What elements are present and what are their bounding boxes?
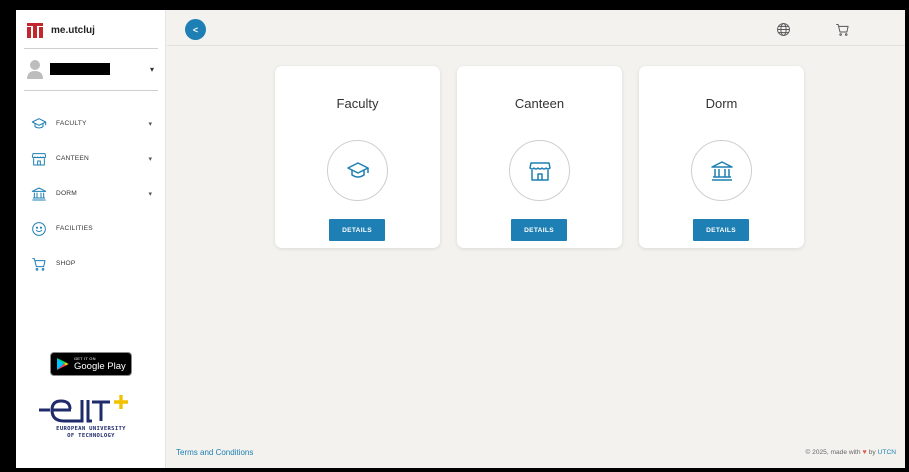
card-icon-ring [691,140,752,201]
copyright-by: by [868,449,876,456]
cart-icon[interactable] [835,22,850,37]
copyright-text: © 2025, made with [805,449,861,456]
storefront-icon [31,152,47,165]
chevron-down-icon: ▾ [148,120,152,128]
card-faculty: Faculty DETAILS [275,66,440,248]
sidebar-collapse-button[interactable]: < [185,19,206,40]
utcn-logo-icon [27,23,43,38]
google-play-badge[interactable]: GET IT ON Google Play [50,352,132,376]
canteen-details-button[interactable]: DETAILS [511,219,567,241]
chevron-down-icon: ▾ [149,64,154,74]
sidebar-item-shop[interactable]: SHOP [16,246,166,281]
bank-building-icon [710,160,733,181]
sidebar-item-canteen[interactable]: CANTEEN ▾ [16,141,166,176]
chevron-down-icon: ▾ [148,190,152,198]
sidebar-nav: FACULTY ▾ CANTEEN ▾ DORM ▾ FACILITIES SH… [16,106,166,281]
google-play-icon [57,358,69,370]
bank-building-icon [31,187,47,200]
sidebar-item-dorm[interactable]: DORM ▾ [16,176,166,211]
card-icon-ring [327,140,388,201]
sidebar-item-label: CANTEEN [56,155,89,162]
divider [24,90,158,91]
terms-link[interactable]: Terms and Conditions [176,448,253,457]
sidebar-item-label: FACULTY [56,120,87,127]
card-title: Dorm [705,96,738,111]
user-avatar-icon [27,60,43,79]
smiley-icon [32,221,46,236]
globe-icon[interactable] [776,22,791,37]
chevron-left-icon: < [192,24,199,35]
chevron-down-icon: ▾ [148,155,152,163]
card-title: Faculty [336,96,379,111]
copyright: © 2025, made with ♥ by UTCN [805,449,896,456]
sidebar-item-facilities[interactable]: FACILITIES [16,211,166,246]
storefront-icon [528,161,551,181]
eut-logo[interactable]: EUROPEAN UNIVERSITY OF TECHNOLOGY [34,388,148,440]
cart-icon [32,257,46,271]
sidebar-item-label: SHOP [56,260,76,267]
user-name-redacted [50,63,110,75]
sidebar: me.utcluj ▾ FACULTY ▾ CANTEEN ▾ DORM ▾ F… [16,10,166,468]
faculty-details-button[interactable]: DETAILS [329,219,385,241]
heart-icon: ♥ [862,449,867,456]
user-menu[interactable]: ▾ [26,58,156,80]
card-canteen: Canteen DETAILS [457,66,622,248]
brand[interactable]: me.utcluj [26,18,95,42]
google-play-label: Google Play [74,360,126,372]
utcn-link[interactable]: UTCN [878,449,896,456]
sidebar-item-label: FACILITIES [56,225,93,232]
eut-logo-mark [39,395,128,423]
graduation-cap-icon [346,161,369,178]
divider [24,48,158,49]
app-window: me.utcluj ▾ FACULTY ▾ CANTEEN ▾ DORM ▾ F… [16,10,905,468]
top-bar: < [167,10,905,46]
graduation-cap-icon [31,117,47,128]
card-title: Canteen [514,96,565,111]
sidebar-item-faculty[interactable]: FACULTY ▾ [16,106,166,141]
sidebar-item-label: DORM [56,190,77,197]
dorm-details-button[interactable]: DETAILS [693,219,749,241]
card-dorm: Dorm DETAILS [639,66,804,248]
brand-name: me.utcluj [51,24,95,36]
card-icon-ring [509,140,570,201]
eut-caption: EUROPEAN UNIVERSITY OF TECHNOLOGY [56,426,126,439]
